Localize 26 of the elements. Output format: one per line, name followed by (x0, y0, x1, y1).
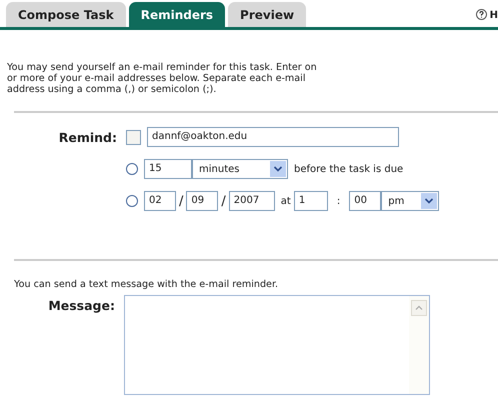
help-link[interactable]: H (490, 10, 498, 21)
day-field[interactable]: 09 (186, 191, 218, 211)
instructions-text: You may send yourself an e-mail reminder for this task. Enter on or more of your e-mail addresses below. Separate each e-mail address using a comma (,) or semicolon (;). (7, 62, 318, 95)
hour-field[interactable]: 1 (294, 191, 328, 211)
amount-field[interactable]: 15 (144, 159, 192, 179)
tab[interactable]: Compose Task (6, 2, 126, 27)
unit-dropdown[interactable]: minutes (192, 159, 288, 179)
help-icon[interactable] (476, 9, 487, 20)
colon-text: : (336, 196, 340, 206)
remind-label: Remind: (58, 129, 118, 147)
minute-field[interactable]: 00 (349, 191, 382, 211)
at-text: at (280, 196, 291, 206)
email-field[interactable]: dannf@oakton.edu (147, 127, 399, 147)
tab[interactable]: Preview (228, 2, 306, 27)
checkbox[interactable] (126, 130, 141, 144)
ampm-dropdown[interactable]: pm (381, 191, 440, 211)
date-separator: / (221, 194, 226, 208)
month-field[interactable]: 02 (144, 191, 176, 211)
year-field[interactable]: 2007 (228, 191, 275, 211)
message-instructions: You can send a text message with the e-mail reminder. (14, 279, 280, 290)
radio-button[interactable] (126, 163, 138, 175)
tab[interactable]: Reminders (128, 2, 226, 27)
due-text: before the task is due (294, 164, 404, 174)
radio-button[interactable] (126, 195, 138, 207)
message-label: Message: (47, 297, 116, 315)
date-separator: / (179, 194, 184, 208)
